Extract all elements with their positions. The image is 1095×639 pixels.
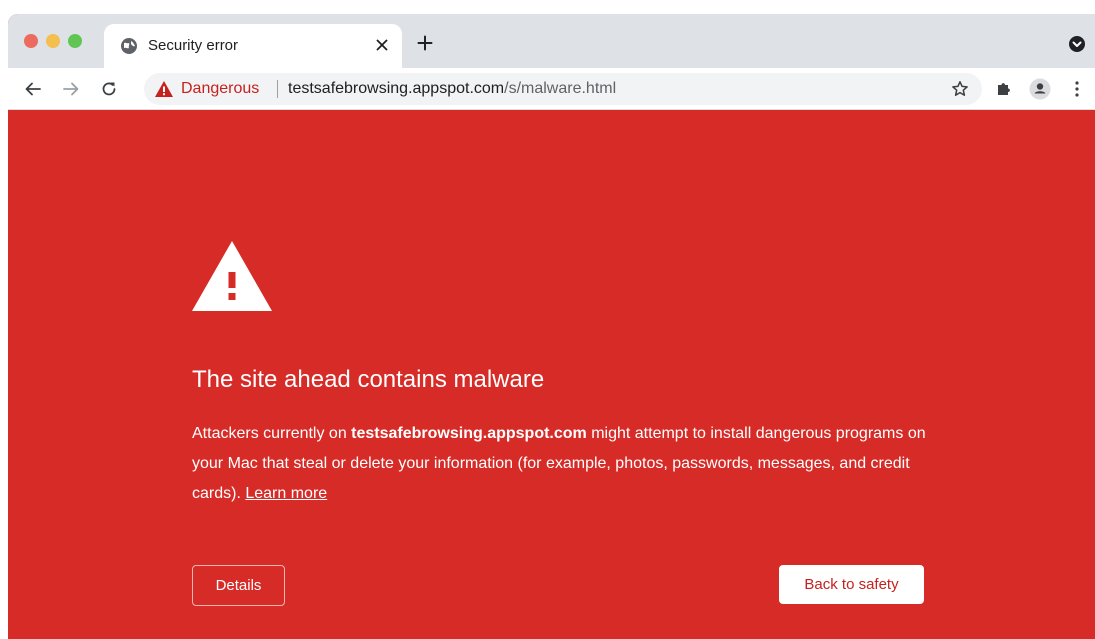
star-icon [952, 81, 968, 96]
learn-more-link[interactable]: Learn more [245, 485, 327, 502]
close-icon[interactable] [370, 33, 394, 57]
tab-search-icon [1069, 36, 1085, 52]
dangerous-site-name: testsafebrowsing.appspot.com [351, 425, 587, 442]
back-button[interactable] [20, 76, 46, 102]
warning-icon [155, 81, 173, 97]
tab-title: Security error [148, 37, 239, 54]
explanation-prefix: Attackers currently on [192, 425, 352, 442]
close-window-button[interactable] [24, 34, 38, 48]
forward-arrow-icon [63, 82, 79, 96]
globe-icon [121, 38, 137, 54]
bookmark-button[interactable] [948, 77, 972, 101]
browser-window: Security error Dangerous testsafebrowsin… [8, 14, 1095, 639]
tab-search-button[interactable] [1067, 34, 1087, 54]
address-bar[interactable]: Dangerous testsafebrowsing.appspot.com/s… [144, 73, 982, 105]
extensions-button[interactable] [991, 76, 1017, 102]
tab-strip: Security error [8, 14, 1095, 68]
profile-button[interactable] [1027, 76, 1053, 102]
browser-toolbar: Dangerous testsafebrowsing.appspot.com/s… [8, 68, 1095, 110]
page-heading: The site ahead contains malware [192, 366, 545, 393]
large-warning-icon [192, 241, 272, 311]
details-button[interactable]: Details [192, 565, 285, 606]
omnibox-divider [277, 80, 278, 98]
reload-icon [102, 82, 116, 96]
kebab-menu-icon [1075, 81, 1079, 97]
reload-button[interactable] [96, 76, 122, 102]
minimize-window-button[interactable] [46, 34, 60, 48]
explanation-paragraph: Attackers currently on testsafebrowsing.… [192, 419, 952, 509]
url-host: testsafebrowsing.appspot.com [288, 80, 505, 97]
profile-icon [1029, 78, 1051, 100]
plus-icon [417, 35, 433, 51]
back-to-safety-button[interactable]: Back to safety [779, 565, 924, 604]
url-path: /s/malware.html [504, 80, 617, 97]
security-status-label[interactable]: Dangerous [181, 80, 259, 98]
tab-security-error[interactable]: Security error [104, 24, 402, 68]
new-tab-button[interactable] [412, 30, 438, 56]
zoom-window-button[interactable] [68, 34, 82, 48]
forward-button[interactable] [58, 76, 84, 102]
chrome-menu-button[interactable] [1064, 76, 1090, 102]
back-arrow-icon [25, 82, 41, 96]
puzzle-icon [998, 83, 1010, 95]
url-text[interactable]: testsafebrowsing.appspot.com/s/malware.h… [288, 80, 616, 98]
